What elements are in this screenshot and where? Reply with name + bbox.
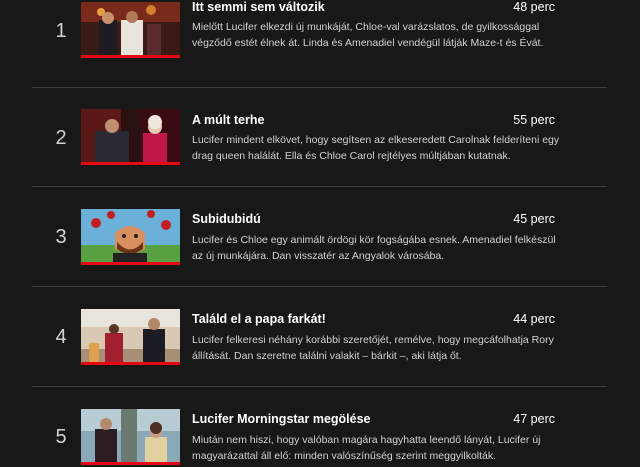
episode-duration: 55 perc [513, 113, 555, 127]
episode-thumbnail[interactable] [81, 209, 180, 265]
progress-bar [81, 462, 180, 465]
episode-description: Lucifer és Chloe egy animált ördögi kör … [192, 234, 556, 262]
episode-title: Találd el a papa farkát! [192, 312, 326, 326]
episode-index: 5 [55, 426, 67, 448]
thumbnail-image [81, 409, 180, 462]
episode-title: Subidubidú [192, 212, 261, 226]
episode-description: Lucifer felkeresi néhány korábbi szerető… [192, 334, 554, 362]
thumbnail-image [81, 209, 180, 262]
episode-row-2[interactable]: 2 A múlt terhe 55 perc Lucifer mindent e… [32, 88, 607, 187]
thumbnail-image [81, 2, 180, 55]
thumbnail-image [81, 109, 180, 162]
episode-duration: 44 perc [513, 312, 555, 326]
episode-index: 4 [55, 326, 67, 348]
episode-row-5[interactable]: 5 Lucifer Morningstar megölése 47 perc M… [32, 387, 607, 467]
episode-title: A múlt terhe [192, 113, 265, 127]
episode-index: 1 [55, 20, 67, 42]
episode-index: 3 [55, 226, 67, 248]
episode-title: Itt semmi sem változik [192, 0, 325, 14]
episode-duration: 47 perc [513, 412, 555, 426]
episode-thumbnail[interactable] [81, 409, 180, 465]
episode-description: Miután nem hiszi, hogy valóban magára ha… [192, 434, 541, 462]
episode-row-1[interactable]: 1 Itt semmi sem változik 48 perc Mielőtt… [32, 0, 607, 88]
episode-thumbnail[interactable] [81, 309, 180, 365]
episode-row-4[interactable]: 4 Találd el a papa farkát! 44 perc Lucif… [32, 287, 607, 387]
episode-thumbnail[interactable] [81, 2, 180, 58]
episode-title: Lucifer Morningstar megölése [192, 412, 371, 426]
episode-row-3[interactable]: 3 Subidubidú 45 perc Lucifer és Chloe eg… [32, 187, 607, 287]
episode-description: Lucifer mindent elkövet, hogy segítsen a… [192, 134, 560, 162]
episode-duration: 45 perc [513, 212, 555, 226]
progress-bar [81, 262, 180, 265]
thumbnail-image [81, 309, 180, 362]
episode-duration: 48 perc [513, 0, 555, 14]
episode-list: 1 Itt semmi sem változik 48 perc Mielőtt… [0, 0, 640, 467]
progress-bar [81, 162, 180, 165]
episode-thumbnail[interactable] [81, 109, 180, 165]
progress-bar [81, 55, 180, 58]
episode-description: Mielőtt Lucifer elkezdi új munkáját, Chl… [192, 21, 544, 49]
episode-index: 2 [55, 127, 67, 149]
progress-bar [81, 362, 180, 365]
